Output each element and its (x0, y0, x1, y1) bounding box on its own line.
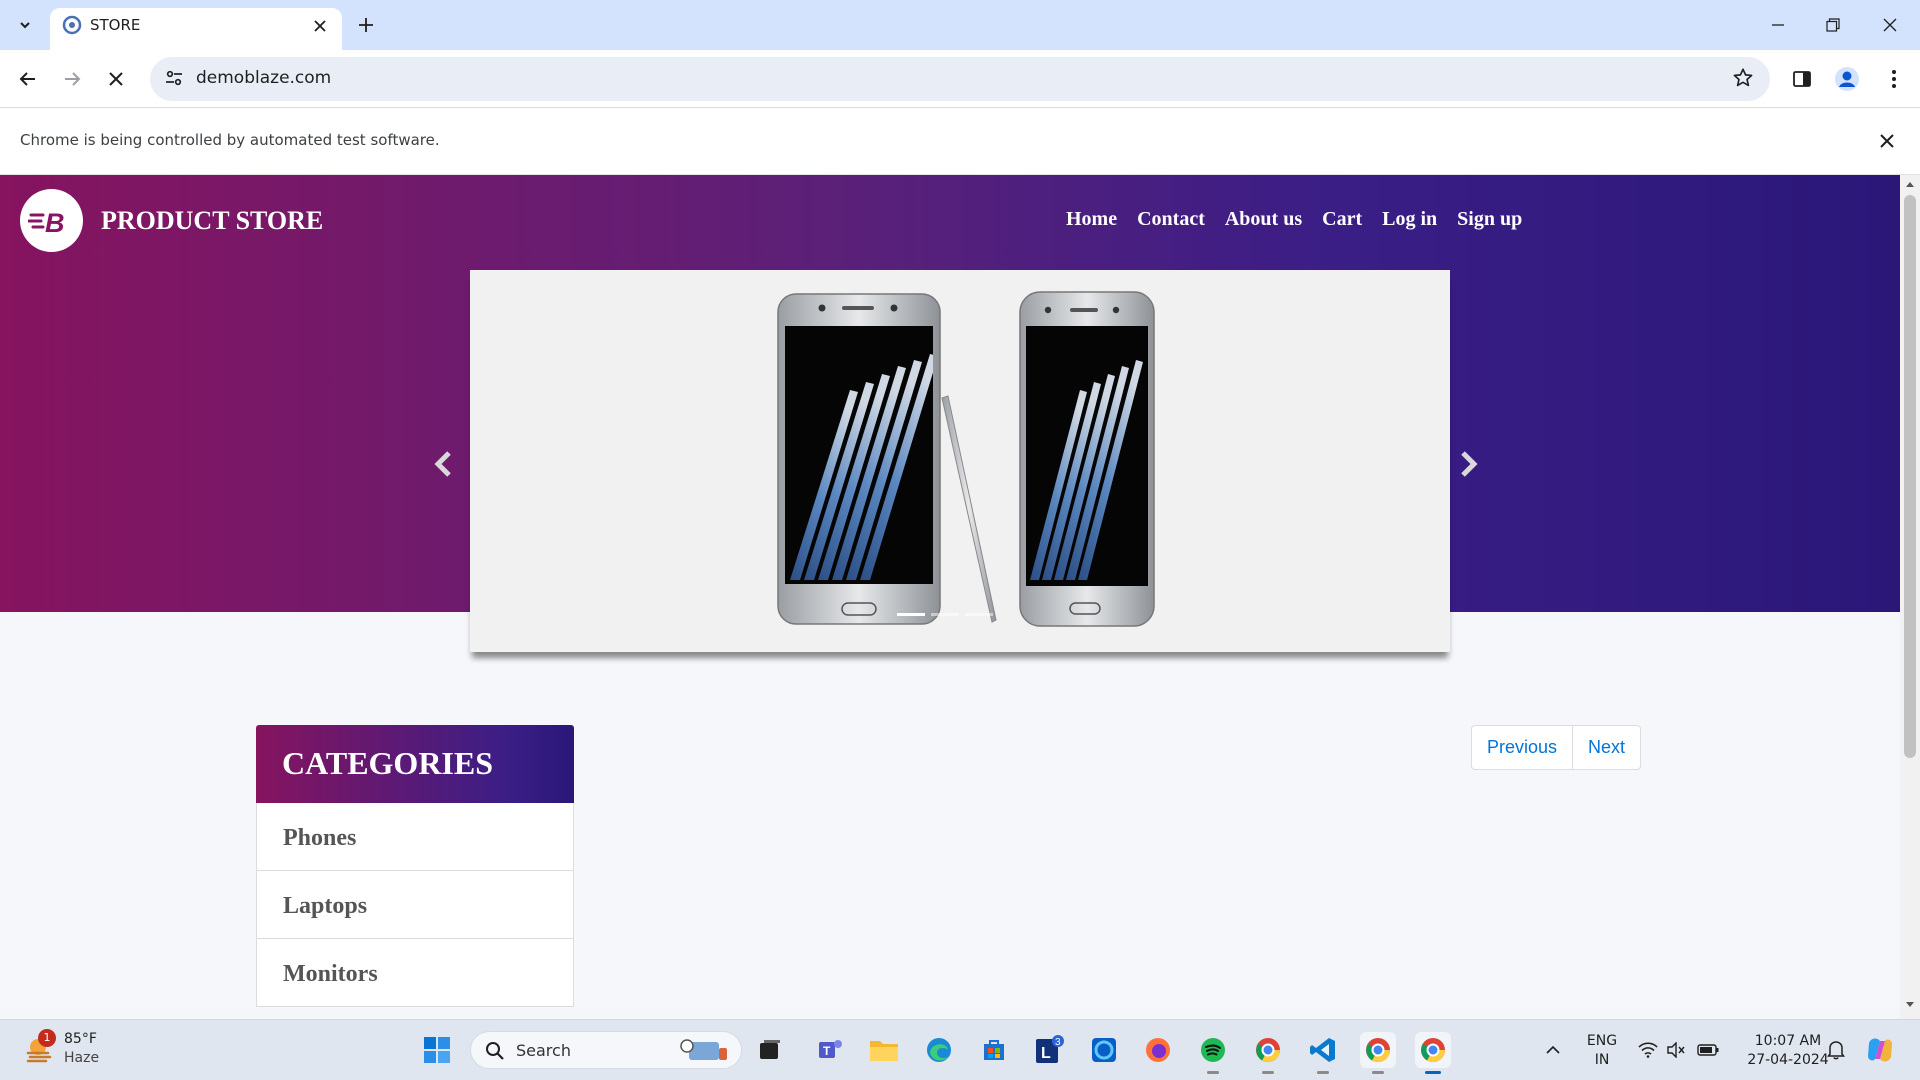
next-button[interactable]: Next (1572, 726, 1640, 769)
categories-title[interactable]: CATEGORIES (256, 725, 574, 803)
profile-icon[interactable] (1831, 63, 1863, 95)
brand-name: PRODUCT STORE (101, 205, 324, 235)
edge-icon[interactable] (921, 1032, 957, 1068)
restore-icon[interactable] (1815, 10, 1851, 40)
carousel-indicator-2[interactable] (931, 613, 959, 616)
nav-about-us[interactable]: About us (1225, 208, 1302, 231)
minimize-icon[interactable] (1760, 10, 1796, 40)
show-hidden-icons-icon[interactable] (1535, 1032, 1571, 1068)
forward-icon[interactable] (56, 63, 88, 95)
firefox-icon[interactable] (1140, 1032, 1176, 1068)
nav-contact[interactable]: Contact (1137, 208, 1205, 231)
brand-logo-icon: B (20, 189, 83, 252)
copilot-icon[interactable] (1862, 1032, 1898, 1068)
alexa-icon[interactable] (1086, 1032, 1122, 1068)
volume-muted-icon[interactable] (1658, 1032, 1694, 1068)
nav-log-in[interactable]: Log in (1382, 208, 1437, 231)
notification-bell-icon[interactable] (1818, 1032, 1854, 1068)
svg-text:B: B (45, 208, 65, 236)
taskbar-search-placeholder: Search (516, 1041, 571, 1060)
menu-kebab-icon[interactable] (1878, 63, 1910, 95)
scroll-up-icon (1906, 182, 1914, 187)
carousel-indicators (897, 613, 993, 616)
carousel-next-button[interactable] (1457, 447, 1481, 481)
carousel-prev-button[interactable] (431, 447, 455, 481)
new-tab-icon[interactable] (353, 12, 379, 38)
page-scrollbar[interactable] (1900, 175, 1920, 1019)
microsoft-store-icon[interactable] (976, 1032, 1012, 1068)
weather-temp: 85°F (64, 1031, 97, 1047)
phone-slide-image (777, 291, 1155, 627)
bookmark-star-icon[interactable] (1732, 67, 1754, 89)
carousel-indicator-1[interactable] (897, 613, 925, 616)
page-viewport: B PRODUCT STORE Home Contact About us Ca… (0, 175, 1900, 1009)
close-icon[interactable] (308, 14, 332, 38)
task-view-icon[interactable] (752, 1032, 788, 1068)
taskbar-search-box[interactable]: Search (470, 1031, 742, 1069)
main-nav: Home Contact About us Cart Log in Sign u… (1066, 208, 1542, 231)
back-icon[interactable] (12, 63, 44, 95)
scroll-down-icon (1906, 1002, 1914, 1007)
infobar-message: Chrome is being controlled by automated … (20, 131, 440, 149)
chrome-automation-icon[interactable] (1415, 1032, 1451, 1074)
pagination: Previous Next (1471, 725, 1642, 770)
browser-toolbar: demoblaze.com (0, 50, 1920, 108)
tab-title: STORE (90, 16, 141, 34)
previous-button[interactable]: Previous (1472, 726, 1572, 769)
teams-icon[interactable]: T (812, 1032, 848, 1068)
chevron-right-icon (1461, 451, 1478, 477)
store-favicon (62, 15, 82, 35)
vscode-icon[interactable] (1305, 1032, 1341, 1074)
close-icon[interactable] (1874, 128, 1900, 154)
scrollbar-thumb[interactable] (1904, 195, 1916, 758)
chrome-icon[interactable] (1360, 1032, 1396, 1074)
stop-loading-icon[interactable] (100, 63, 132, 95)
chrome-dev-icon[interactable] (1250, 1032, 1286, 1074)
product-carousel[interactable] (470, 270, 1450, 652)
close-window-icon[interactable] (1872, 10, 1908, 40)
url-text[interactable]: demoblaze.com (196, 68, 331, 88)
windows-start-icon[interactable] (419, 1032, 455, 1068)
teams-business-icon[interactable]: L3 (1031, 1032, 1067, 1068)
language-indicator[interactable]: ENG IN (1582, 1032, 1622, 1070)
automation-infobar: Chrome is being controlled by automated … (0, 108, 1920, 175)
windows-taskbar: 1 85°F Haze Search T L3 ENG IN 10:07 AM … (0, 1019, 1920, 1080)
nav-sign-up[interactable]: Sign up (1457, 208, 1522, 231)
spotify-icon[interactable] (1195, 1032, 1231, 1074)
weather-widget[interactable]: 1 85°F Haze (24, 1029, 100, 1068)
category-monitors[interactable]: Monitors (256, 939, 574, 1007)
browser-tab-strip: STORE (0, 0, 1920, 50)
nav-home[interactable]: Home (1066, 208, 1117, 231)
category-phones[interactable]: Phones (256, 803, 574, 871)
language-primary: ENG (1586, 1033, 1618, 1049)
search-icon (485, 1041, 505, 1061)
search-highlight-icon (679, 1038, 731, 1064)
side-panel-icon[interactable] (1786, 63, 1818, 95)
chevron-left-icon (434, 451, 451, 477)
site-info-icon[interactable] (164, 68, 184, 88)
svg-text:T: T (823, 1044, 831, 1058)
weather-haze-icon: 1 (24, 1029, 56, 1065)
categories-panel: CATEGORIES Phones Laptops Monitors (256, 725, 574, 1007)
teams-badge: 3 (1055, 1037, 1061, 1048)
file-explorer-icon[interactable] (866, 1032, 902, 1068)
language-secondary: IN (1594, 1052, 1610, 1068)
battery-icon[interactable] (1690, 1032, 1726, 1068)
brand[interactable]: B PRODUCT STORE (20, 189, 323, 252)
carousel-indicator-3[interactable] (965, 613, 993, 616)
category-laptops[interactable]: Laptops (256, 871, 574, 939)
svg-text:L: L (1041, 1045, 1051, 1062)
tab-search-icon[interactable] (12, 12, 38, 38)
nav-cart[interactable]: Cart (1322, 208, 1362, 231)
weather-condition: Haze (64, 1050, 100, 1066)
address-bar[interactable]: demoblaze.com (150, 57, 1770, 101)
browser-tab-store[interactable]: STORE (50, 8, 342, 50)
weather-badge: 1 (38, 1029, 56, 1047)
